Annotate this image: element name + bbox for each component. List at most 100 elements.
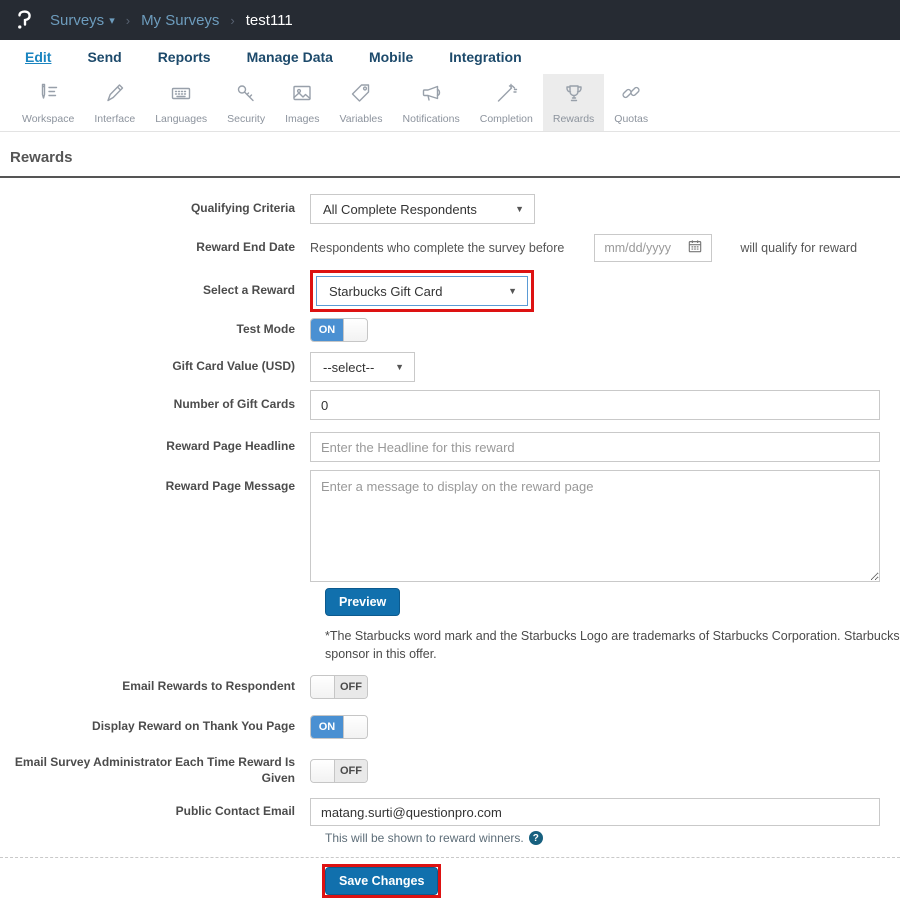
help-icon[interactable]: ? <box>529 831 543 845</box>
calendar-icon[interactable] <box>688 239 702 258</box>
tab-manage-data[interactable]: Manage Data <box>247 49 333 65</box>
breadcrumb-separator: › <box>126 13 130 28</box>
public-email-helper: This will be shown to reward winners. ? <box>325 831 900 845</box>
save-changes-button[interactable]: Save Changes <box>325 867 438 895</box>
breadcrumb-my-surveys[interactable]: My Surveys <box>141 12 219 29</box>
reward-page-headline-row: Reward Page Headline <box>0 432 900 462</box>
reward-page-message-row: Reward Page Message <box>0 470 900 582</box>
toolbar-item-workspace[interactable]: Workspace <box>12 74 84 131</box>
toolbar-item-label: Images <box>285 113 319 125</box>
megaphone-icon <box>419 81 443 110</box>
annotation-highlight-box: Starbucks Gift Card ▼ <box>310 270 534 312</box>
image-icon <box>290 81 314 110</box>
gift-card-value-value: --select-- <box>323 360 374 375</box>
edit-toolbar: Workspace Interface Languages Security I… <box>0 74 900 132</box>
toolbar-item-quotas[interactable]: Quotas <box>604 74 658 131</box>
toolbar-item-rewards[interactable]: Rewards <box>543 74 604 131</box>
select-reward-label: Select a Reward <box>0 283 310 299</box>
qualifying-criteria-value: All Complete Respondents <box>323 202 477 217</box>
number-of-gift-cards-row: Number of Gift Cards <box>0 390 900 420</box>
toolbar-item-label: Variables <box>340 113 383 125</box>
toggle-state-label: OFF <box>335 760 367 782</box>
test-mode-row: Test Mode ON <box>0 318 900 342</box>
end-date-suffix-text: will qualify for reward <box>740 241 857 255</box>
preview-row: Preview <box>325 588 900 616</box>
qualifying-criteria-row: Qualifying Criteria All Complete Respond… <box>0 194 900 224</box>
reward-end-date-row: Reward End Date Respondents who complete… <box>0 234 900 262</box>
breadcrumb-separator: › <box>230 13 234 28</box>
main-nav: Edit Send Reports Manage Data Mobile Int… <box>0 40 900 74</box>
annotation-highlight-box: Save Changes <box>322 864 441 898</box>
number-of-gift-cards-input[interactable] <box>310 390 880 420</box>
helper-text: This will be shown to reward winners. <box>325 831 524 845</box>
pen-list-icon <box>36 81 60 110</box>
toolbar-item-label: Workspace <box>22 113 74 125</box>
select-reward-row: Select a Reward Starbucks Gift Card ▼ <box>0 270 900 312</box>
preview-button[interactable]: Preview <box>325 588 400 616</box>
toolbar-item-languages[interactable]: Languages <box>145 74 217 131</box>
toggle-state-label: OFF <box>335 676 367 698</box>
display-reward-toggle[interactable]: ON <box>310 715 368 739</box>
test-mode-toggle[interactable]: ON <box>310 318 368 342</box>
tab-integration[interactable]: Integration <box>449 49 521 65</box>
tab-edit[interactable]: Edit <box>25 49 51 65</box>
toggle-state-label: ON <box>311 716 343 738</box>
email-rewards-label: Email Rewards to Respondent <box>0 679 310 695</box>
chain-link-icon <box>619 81 643 110</box>
top-bar: Surveys ▾ › My Surveys › test111 <box>0 0 900 40</box>
pen-icon <box>103 81 127 110</box>
breadcrumb-my-surveys-label: My Surveys <box>141 12 219 29</box>
toolbar-item-label: Notifications <box>403 113 460 125</box>
reward-end-date-input[interactable]: mm/dd/yyyy <box>594 234 712 262</box>
qualifying-criteria-select[interactable]: All Complete Respondents ▼ <box>310 194 535 224</box>
email-rewards-toggle[interactable]: OFF <box>310 675 368 699</box>
toolbar-item-label: Security <box>227 113 265 125</box>
public-contact-email-label: Public Contact Email <box>0 804 310 820</box>
tag-icon <box>349 81 373 110</box>
trophy-icon <box>562 81 586 110</box>
toggle-knob <box>311 760 335 782</box>
footer-divider <box>0 857 900 858</box>
email-admin-row: Email Survey Administrator Each Time Rew… <box>0 755 900 786</box>
toolbar-item-completion[interactable]: Completion <box>470 74 543 131</box>
keyboard-icon <box>169 81 193 110</box>
display-reward-row: Display Reward on Thank You Page ON <box>0 715 900 739</box>
toolbar-item-label: Rewards <box>553 113 594 125</box>
toolbar-item-security[interactable]: Security <box>217 74 275 131</box>
toggle-state-label: ON <box>311 319 343 341</box>
breadcrumb-surveys[interactable]: Surveys ▾ <box>50 12 115 29</box>
public-contact-email-input[interactable] <box>310 798 880 826</box>
chevron-down-icon: ▼ <box>395 362 404 372</box>
public-contact-email-row: Public Contact Email <box>0 798 900 826</box>
number-of-gift-cards-label: Number of Gift Cards <box>0 397 310 413</box>
email-admin-toggle[interactable]: OFF <box>310 759 368 783</box>
gift-card-value-label: Gift Card Value (USD) <box>0 359 310 375</box>
display-reward-label: Display Reward on Thank You Page <box>0 719 310 735</box>
save-row: Save Changes <box>322 864 900 898</box>
starbucks-disclaimer-text: *The Starbucks word mark and the Starbuc… <box>325 628 900 663</box>
toolbar-item-notifications[interactable]: Notifications <box>393 74 470 131</box>
gift-card-value-row: Gift Card Value (USD) --select-- ▼ <box>0 352 900 382</box>
tab-send[interactable]: Send <box>87 49 121 65</box>
rewards-form: Qualifying Criteria All Complete Respond… <box>0 178 900 898</box>
email-rewards-row: Email Rewards to Respondent OFF <box>0 675 900 699</box>
test-mode-label: Test Mode <box>0 322 310 338</box>
reward-end-date-label: Reward End Date <box>0 240 310 256</box>
reward-page-message-textarea[interactable] <box>310 470 880 582</box>
tab-reports[interactable]: Reports <box>158 49 211 65</box>
tab-mobile[interactable]: Mobile <box>369 49 413 65</box>
select-reward-value: Starbucks Gift Card <box>329 284 442 299</box>
toggle-knob <box>343 716 367 738</box>
gift-card-value-select[interactable]: --select-- ▼ <box>310 352 415 382</box>
toolbar-item-images[interactable]: Images <box>275 74 329 131</box>
toolbar-item-variables[interactable]: Variables <box>330 74 393 131</box>
toolbar-item-label: Completion <box>480 113 533 125</box>
questionpro-logo-icon[interactable] <box>14 8 36 32</box>
toggle-knob <box>343 319 367 341</box>
toolbar-item-interface[interactable]: Interface <box>84 74 145 131</box>
reward-page-headline-label: Reward Page Headline <box>0 439 310 455</box>
breadcrumb-current-survey: test111 <box>246 12 293 29</box>
reward-page-headline-input[interactable] <box>310 432 880 462</box>
select-reward-select[interactable]: Starbucks Gift Card ▼ <box>316 276 528 306</box>
toolbar-item-label: Interface <box>94 113 135 125</box>
